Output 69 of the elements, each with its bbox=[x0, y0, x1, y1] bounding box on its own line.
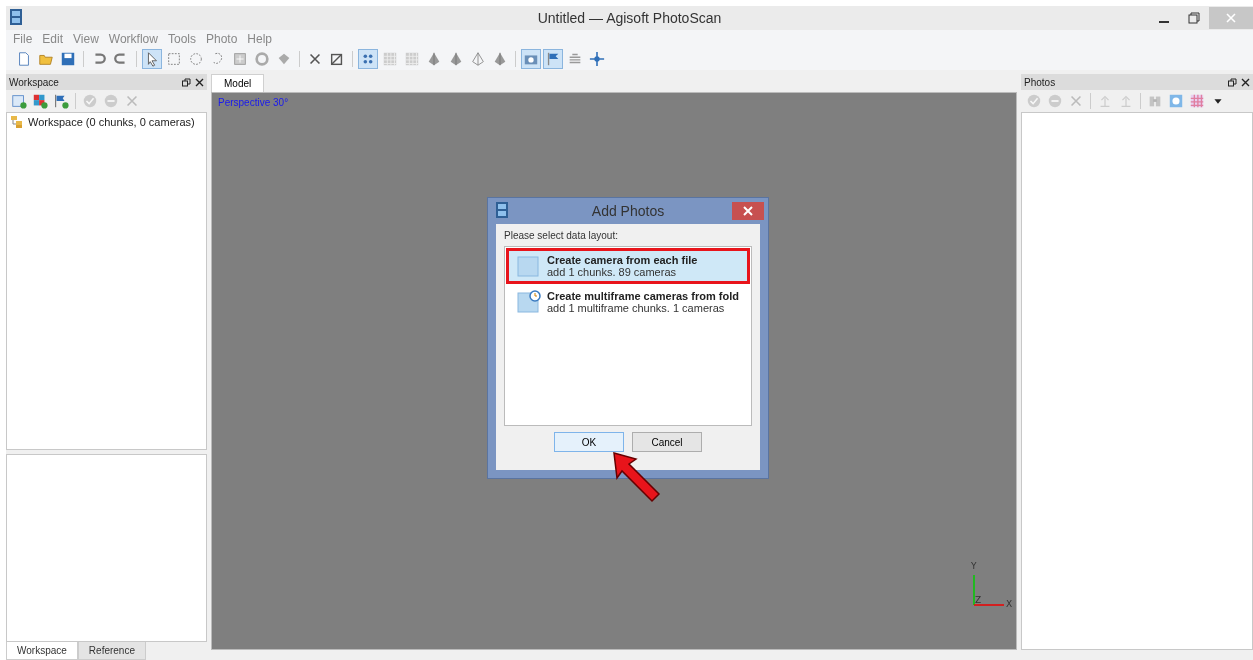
close-icon bbox=[124, 93, 140, 109]
object-icon bbox=[276, 51, 292, 67]
crosshair-icon bbox=[589, 51, 605, 67]
circle-selection-icon bbox=[188, 51, 204, 67]
minus-icon bbox=[103, 93, 119, 109]
close-icon bbox=[307, 51, 323, 67]
window-title: Untitled — Agisoft PhotoScan bbox=[537, 10, 722, 26]
minimize-icon bbox=[1159, 21, 1169, 23]
tab[interactable]: Reference bbox=[77, 642, 146, 660]
restore-icon bbox=[1188, 12, 1200, 24]
grid-icon bbox=[382, 51, 398, 67]
axis-label: Y bbox=[971, 561, 977, 571]
projection-label: Perspective 30° bbox=[218, 97, 289, 108]
flag-icon bbox=[545, 51, 561, 67]
add-photos-icon bbox=[32, 93, 48, 109]
toolbar-button[interactable] bbox=[358, 49, 378, 69]
frame-icon bbox=[1168, 93, 1184, 109]
close-icon bbox=[743, 206, 753, 216]
tab[interactable]: Model bbox=[211, 74, 265, 92]
add-chunk-icon bbox=[11, 93, 27, 109]
axes-drawing bbox=[973, 574, 1005, 606]
toolbar-button[interactable] bbox=[142, 49, 162, 69]
ring-icon bbox=[254, 51, 270, 67]
check-icon bbox=[82, 93, 98, 109]
rectangle-selection-icon bbox=[166, 51, 182, 67]
close-icon[interactable] bbox=[195, 77, 204, 87]
grid-icon bbox=[404, 51, 420, 67]
toolbar-button[interactable] bbox=[587, 49, 607, 69]
axis-label: X bbox=[1006, 599, 1013, 609]
layout-option[interactable]: Create camera from each file add 1 chunks. 89 cameras bbox=[506, 248, 750, 284]
panel-title: Workspace bbox=[9, 76, 60, 88]
tree-icon bbox=[10, 115, 24, 129]
add-flag-icon bbox=[53, 93, 69, 109]
dialog-title: Add Photos bbox=[591, 203, 665, 219]
option-detail: add 1 multiframe chunks. 1 cameras bbox=[547, 302, 726, 314]
app-icon bbox=[496, 201, 508, 218]
prompt-text: Please select data layout: bbox=[504, 230, 619, 241]
check-icon bbox=[1026, 93, 1042, 109]
resize-icon bbox=[232, 51, 248, 67]
option-title: Create multiframe cameras from fold bbox=[547, 290, 739, 302]
float-icon[interactable] bbox=[182, 77, 191, 87]
pyramid-icon bbox=[448, 51, 464, 67]
minus-icon bbox=[1047, 93, 1063, 109]
dialog-button[interactable]: OK bbox=[554, 432, 624, 452]
grid-icon bbox=[1189, 93, 1205, 109]
crop-icon bbox=[329, 51, 345, 67]
float-icon[interactable] bbox=[1228, 77, 1237, 87]
wireframe-pyramid-icon bbox=[470, 51, 486, 67]
tab[interactable]: Workspace bbox=[6, 642, 78, 660]
panel-title: Photos bbox=[1024, 76, 1057, 88]
close-button[interactable] bbox=[732, 202, 764, 220]
new-document-icon bbox=[16, 51, 32, 67]
close-icon bbox=[1225, 12, 1237, 24]
save-icon bbox=[60, 51, 76, 67]
clock-image-icon bbox=[517, 290, 541, 314]
app-icon bbox=[10, 8, 22, 25]
pyramid-icon bbox=[426, 51, 442, 67]
close-icon[interactable] bbox=[1241, 77, 1250, 87]
image-icon bbox=[517, 254, 541, 278]
option-title: Create camera from each file bbox=[547, 254, 698, 266]
dialog-button[interactable]: Cancel bbox=[632, 432, 702, 452]
pyramid-icon bbox=[492, 51, 508, 67]
close-icon bbox=[1068, 93, 1084, 109]
tree-item[interactable]: Workspace (0 chunks, 0 cameras) bbox=[28, 116, 195, 128]
toolbar-button[interactable] bbox=[543, 49, 563, 69]
option-detail: add 1 chunks. 89 cameras bbox=[547, 266, 678, 278]
toolbar-button[interactable] bbox=[521, 49, 541, 69]
layout-option[interactable]: Create multiframe cameras from fold add 1 multiframe chunks. 1 cameras bbox=[506, 284, 750, 320]
axis-label: Z bbox=[975, 595, 982, 605]
